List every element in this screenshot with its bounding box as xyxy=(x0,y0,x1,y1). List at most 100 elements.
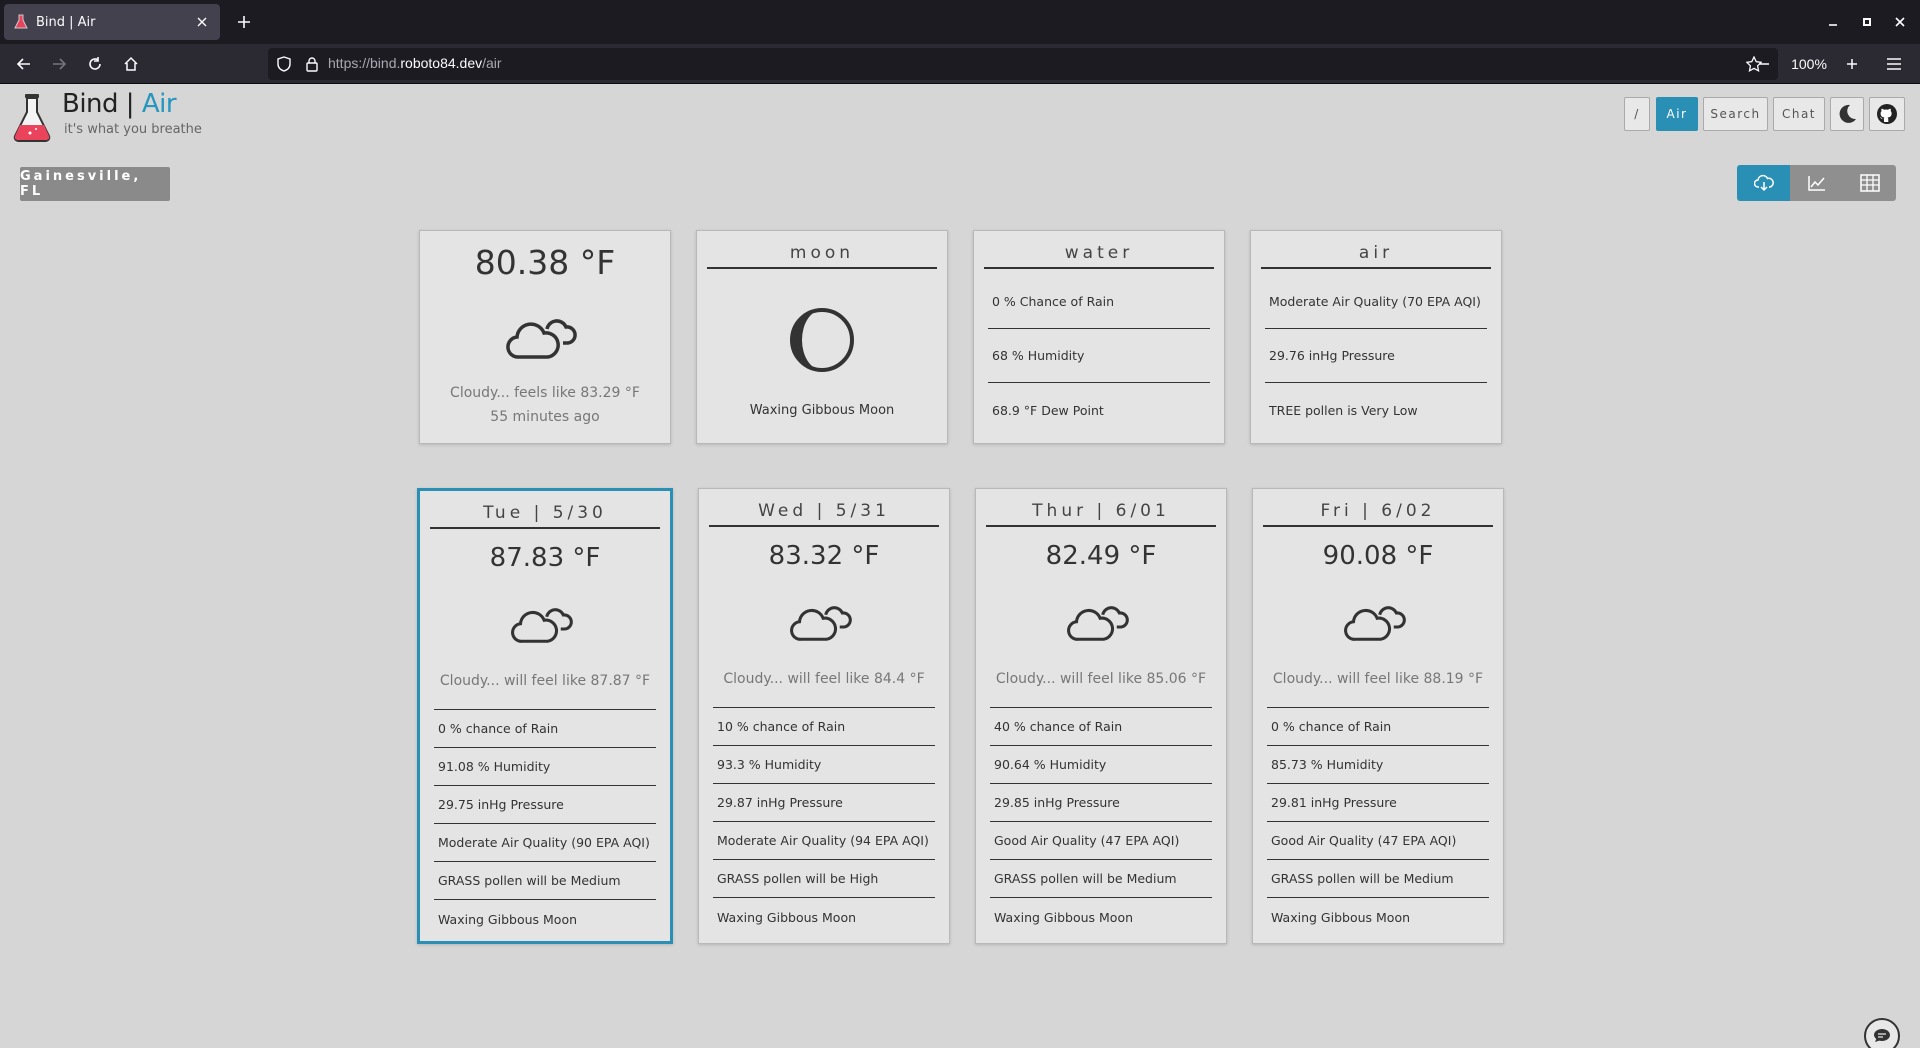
forecast-temperature: 82.49 °F xyxy=(1045,541,1157,571)
nav-chat-button[interactable]: Chat xyxy=(1773,97,1825,131)
rain-chance-row: 40 % chance of Rain xyxy=(990,708,1212,746)
flask-favicon-icon xyxy=(14,14,28,30)
page-content: Bind | Air it's what you breathe / Air S… xyxy=(0,85,1920,1048)
forecast-day: Fri | 6/02 xyxy=(1263,501,1493,527)
dark-mode-toggle[interactable] xyxy=(1830,97,1864,131)
lock-icon[interactable] xyxy=(304,56,320,72)
water-card-title: water xyxy=(984,243,1214,269)
air-rows: Moderate Air Quality (70 EPA AQI) 29.76 … xyxy=(1265,275,1487,437)
air-quality-row: Good Air Quality (47 EPA AQI) xyxy=(990,822,1212,860)
forecast-rows: 10 % chance of Rain 93.3 % Humidity 29.8… xyxy=(713,707,935,936)
reload-icon[interactable] xyxy=(83,52,107,76)
cloudy-icon xyxy=(420,309,670,361)
forecast-temperature: 87.83 °F xyxy=(489,543,601,573)
chat-bubble-button[interactable] xyxy=(1864,1018,1900,1048)
forward-icon[interactable] xyxy=(47,52,71,76)
new-tab-icon[interactable] xyxy=(234,12,254,32)
forecast-card-wed[interactable]: Wed | 5/31 83.32 °F Cloudy... will feel … xyxy=(698,488,950,944)
forecast-feels-like: Cloudy... will feel like 84.4 °F xyxy=(723,671,925,687)
brand-title[interactable]: Bind | Air xyxy=(62,89,177,119)
current-weather-card[interactable]: 80.38 °F Cloudy... feels like 83.29 °F 5… xyxy=(419,230,671,444)
water-rows: 0 % Chance of Rain 68 % Humidity 68.9 °F… xyxy=(988,275,1210,437)
location-button[interactable]: Gainesville, FL xyxy=(20,167,170,201)
moon-phase-row: Waxing Gibbous Moon xyxy=(994,909,1134,925)
air-card[interactable]: air Moderate Air Quality (70 EPA AQI) 29… xyxy=(1250,230,1502,444)
forecast-rows: 0 % chance of Rain 85.73 % Humidity 29.8… xyxy=(1267,707,1489,936)
view-chart-button[interactable] xyxy=(1790,165,1843,201)
humidity-row: 85.73 % Humidity xyxy=(1267,746,1489,784)
browser-nav-bar: https://bind.roboto84.dev/air xyxy=(0,44,1920,84)
maximize-icon[interactable] xyxy=(1857,12,1877,32)
nav-air-button[interactable]: Air xyxy=(1656,97,1698,131)
moon-phase-row: Waxing Gibbous Moon xyxy=(1271,909,1411,925)
github-icon xyxy=(1876,103,1898,125)
forecast-card-tue[interactable]: Tue | 5/30 87.83 °F Cloudy... will feel … xyxy=(417,488,673,944)
close-tab-icon[interactable] xyxy=(194,14,210,30)
humidity-row: 90.64 % Humidity xyxy=(990,746,1212,784)
last-updated: 55 minutes ago xyxy=(490,409,600,425)
pollen-row: GRASS pollen will be Medium xyxy=(990,860,1212,898)
forecast-day: Thur | 6/01 xyxy=(986,501,1216,527)
browser-tab[interactable]: Bind | Air xyxy=(4,4,220,40)
pressure-row: 29.87 inHg Pressure xyxy=(713,784,935,822)
pollen-row: GRASS pollen will be High xyxy=(713,860,935,898)
rain-chance-row: 10 % chance of Rain xyxy=(713,708,935,746)
forecast-feels-like: Cloudy... will feel like 85.06 °F xyxy=(995,671,1207,687)
air-quality-row: Moderate Air Quality (90 EPA AQI) xyxy=(434,824,656,862)
url-bar[interactable]: https://bind.roboto84.dev/air xyxy=(268,48,1778,80)
moon-icon xyxy=(1836,103,1858,125)
forecast-day: Tue | 5/30 xyxy=(430,503,660,529)
pressure-row: 29.85 inHg Pressure xyxy=(990,784,1212,822)
moon-card[interactable]: moon Waxing Gibbous Moon xyxy=(696,230,948,444)
air-quality-row: Moderate Air Quality (94 EPA AQI) xyxy=(713,822,935,860)
dew-point-row: 68.9 °F Dew Point xyxy=(992,402,1104,418)
current-feels-like: Cloudy... feels like 83.29 °F xyxy=(450,385,640,401)
rain-chance-row: 0 % chance of Rain xyxy=(1267,708,1489,746)
flask-logo-icon[interactable] xyxy=(12,93,52,142)
forecast-card-thur[interactable]: Thur | 6/01 82.49 °F Cloudy... will feel… xyxy=(975,488,1227,944)
moon-phase-label: Waxing Gibbous Moon xyxy=(749,403,895,418)
tagline: it's what you breathe xyxy=(64,122,202,137)
forecast-rows: 0 % chance of Rain 91.08 % Humidity 29.7… xyxy=(434,709,656,938)
air-quality-row: Moderate Air Quality (70 EPA AQI) xyxy=(1265,275,1487,329)
home-icon[interactable] xyxy=(119,52,143,76)
moon-phase-row: Waxing Gibbous Moon xyxy=(438,911,578,927)
view-table-button[interactable] xyxy=(1843,165,1896,201)
forecast-card-fri[interactable]: Fri | 6/02 90.08 °F Cloudy... will feel … xyxy=(1252,488,1504,944)
shield-icon[interactable] xyxy=(276,56,292,72)
view-weather-button[interactable] xyxy=(1737,165,1790,201)
line-chart-icon xyxy=(1807,174,1827,192)
minimize-icon[interactable] xyxy=(1823,12,1843,32)
nav-search-button[interactable]: Search xyxy=(1703,97,1768,131)
rain-chance-row: 0 % chance of Rain xyxy=(434,710,656,748)
pollen-row: GRASS pollen will be Medium xyxy=(1267,860,1489,898)
humidity-row: 68 % Humidity xyxy=(988,329,1210,383)
moon-card-title: moon xyxy=(707,243,937,269)
back-icon[interactable] xyxy=(12,52,36,76)
github-button[interactable] xyxy=(1869,97,1905,131)
waxing-gibbous-moon-icon xyxy=(697,307,947,373)
hamburger-menu-icon[interactable] xyxy=(1884,54,1904,74)
current-temperature: 80.38 °F xyxy=(474,243,616,282)
air-card-title: air xyxy=(1261,243,1491,269)
close-window-icon[interactable] xyxy=(1890,12,1910,32)
forecast-rows: 40 % chance of Rain 90.64 % Humidity 29.… xyxy=(990,707,1212,936)
forecast-day: Wed | 5/31 xyxy=(709,501,939,527)
cloudy-icon xyxy=(699,597,949,643)
cloudy-icon xyxy=(420,599,670,645)
forecast-temperature: 83.32 °F xyxy=(768,541,880,571)
table-grid-icon xyxy=(1859,174,1880,192)
nav-home-button[interactable]: / xyxy=(1624,97,1650,131)
water-card[interactable]: water 0 % Chance of Rain 68 % Humidity 6… xyxy=(973,230,1225,444)
rain-chance-row: 0 % Chance of Rain xyxy=(988,275,1210,329)
moon-phase-row: Waxing Gibbous Moon xyxy=(717,909,857,925)
browser-tab-bar: Bind | Air xyxy=(0,0,1920,44)
chat-bubble-icon xyxy=(1872,1026,1892,1046)
pollen-row: TREE pollen is Very Low xyxy=(1269,402,1418,418)
zoom-out-icon[interactable] xyxy=(1754,54,1774,74)
zoom-in-icon[interactable] xyxy=(1842,54,1862,74)
zoom-level[interactable]: 100% xyxy=(1784,54,1834,74)
url-text[interactable]: https://bind.roboto84.dev/air xyxy=(328,55,502,71)
forecast-feels-like: Cloudy... will feel like 87.87 °F xyxy=(439,673,651,689)
pollen-row: GRASS pollen will be Medium xyxy=(434,862,656,900)
